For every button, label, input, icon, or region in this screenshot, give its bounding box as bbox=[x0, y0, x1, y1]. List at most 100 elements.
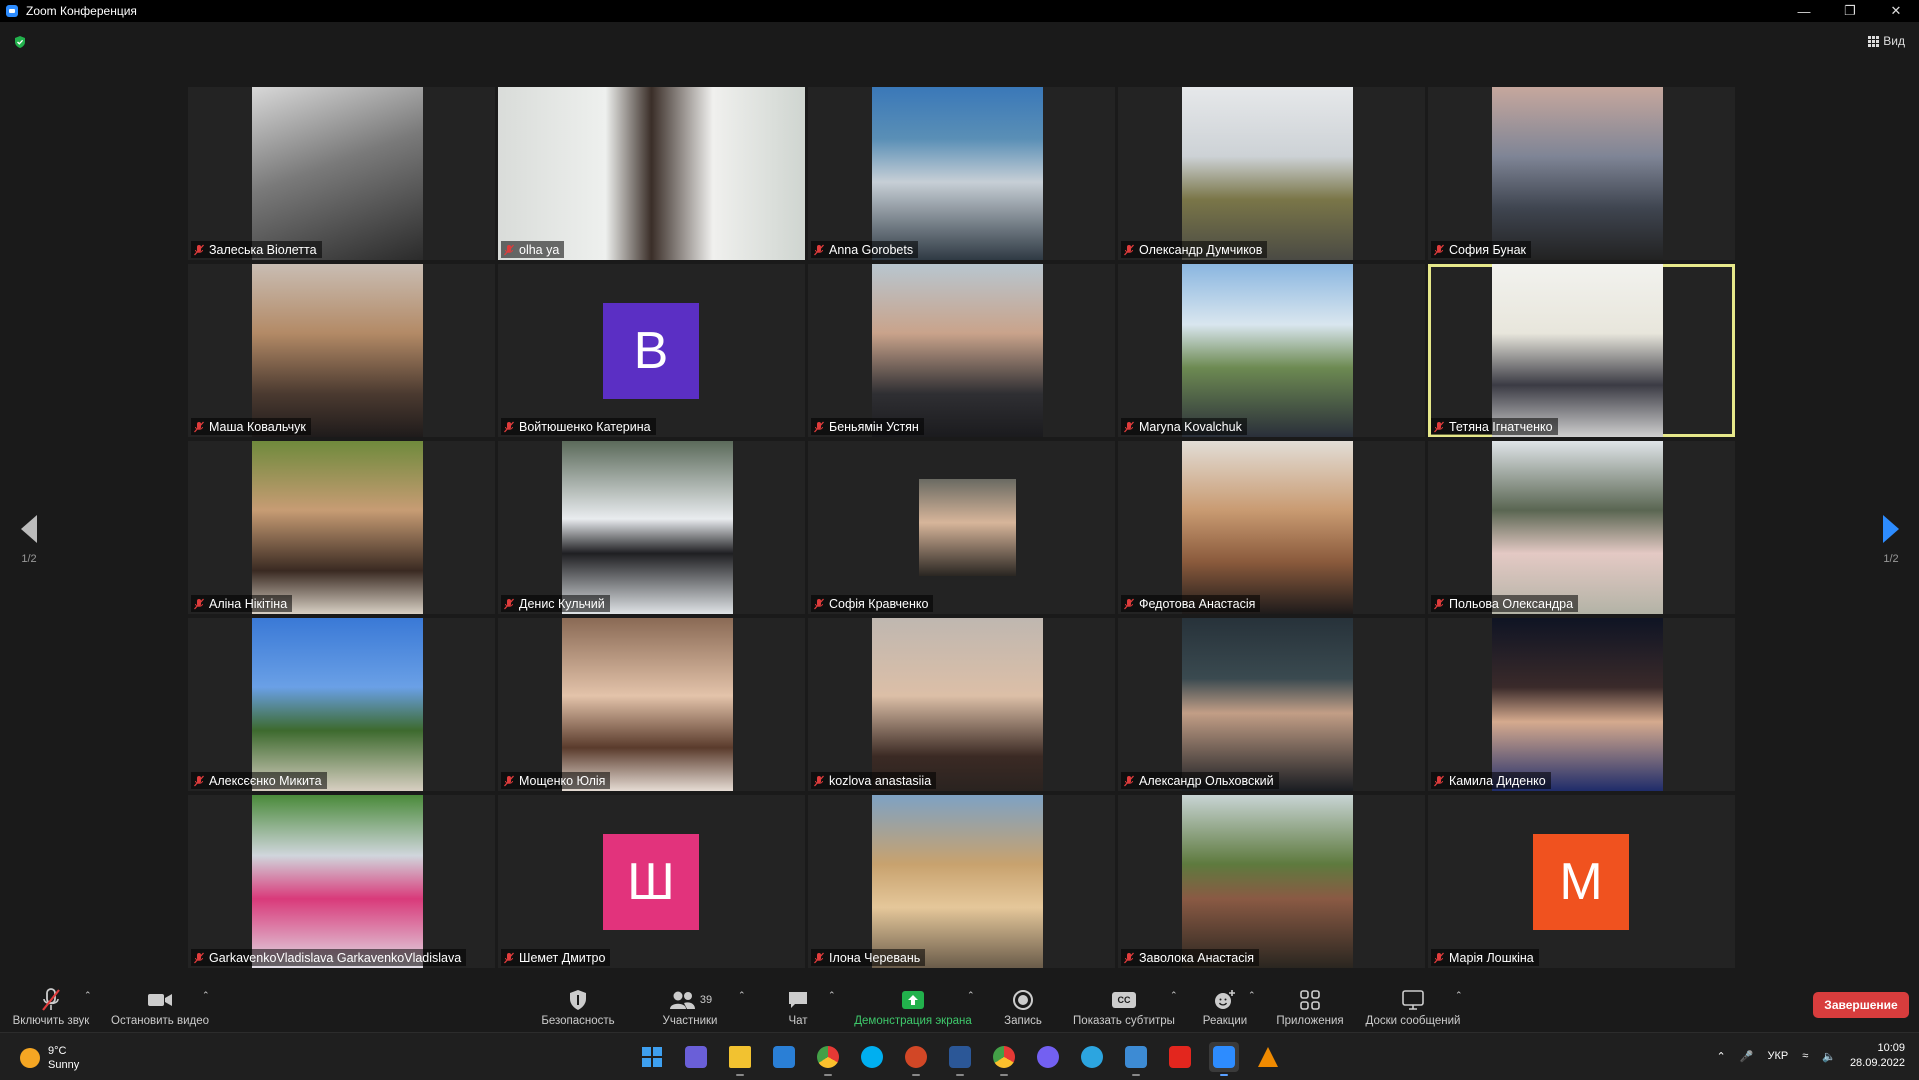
input-language[interactable]: УКР bbox=[1767, 1050, 1788, 1062]
share-options-caret[interactable]: ⌃ bbox=[967, 990, 975, 1001]
participant-tile[interactable]: Александр Ольховский bbox=[1118, 618, 1425, 791]
tray-overflow-chevron-icon[interactable]: ⌃ bbox=[1717, 1050, 1726, 1063]
participant-tile[interactable]: Софія Кравченко bbox=[808, 441, 1115, 614]
window-titlebar: Zoom Конференция — ❐ ✕ bbox=[0, 0, 1919, 22]
mic-muted-icon bbox=[1434, 952, 1444, 963]
participant-tile[interactable]: Заволока Анастасія bbox=[1118, 795, 1425, 968]
whiteboards-options-caret[interactable]: ⌃ bbox=[1455, 990, 1463, 1001]
participant-tile[interactable]: В Войтюшенко Катерина bbox=[498, 264, 805, 437]
participant-tile[interactable]: Олександр Думчиков bbox=[1118, 87, 1425, 260]
taskbar-chrome[interactable] bbox=[813, 1042, 843, 1076]
volume-icon[interactable]: 🔈 bbox=[1822, 1050, 1836, 1063]
next-page-button[interactable]: 1/2 bbox=[1876, 515, 1906, 565]
taskbar-teams-chat[interactable] bbox=[681, 1042, 711, 1072]
taskbar-skype[interactable] bbox=[857, 1042, 887, 1072]
participant-tile[interactable]: Ілона Черевань bbox=[808, 795, 1115, 968]
participant-tile[interactable]: Денис Кульчий bbox=[498, 441, 805, 614]
taskbar-powerpoint[interactable] bbox=[901, 1042, 931, 1076]
whiteboards-label: Доски сообщений bbox=[1365, 1015, 1461, 1027]
wifi-icon[interactable]: ≈ bbox=[1802, 1050, 1808, 1062]
participant-name: kozlova anastasiia bbox=[829, 773, 932, 788]
taskbar-telegram[interactable] bbox=[1077, 1042, 1107, 1072]
captions-options-caret[interactable]: ⌃ bbox=[1170, 990, 1178, 1001]
participants-options-caret[interactable]: ⌃ bbox=[738, 990, 746, 1001]
participant-tile[interactable]: Тетяна Ігнатченко bbox=[1428, 264, 1735, 437]
participant-tile[interactable]: Мощенко Юлія bbox=[498, 618, 805, 791]
weather-condition: Sunny bbox=[48, 1059, 80, 1071]
end-meeting-button[interactable]: Завершение bbox=[1813, 992, 1909, 1018]
apps-button[interactable]: Приложения bbox=[1270, 970, 1350, 1032]
participant-tile[interactable]: olha ya bbox=[498, 87, 805, 260]
participant-tile[interactable]: Маша Ковальчук bbox=[188, 264, 495, 437]
taskbar-zoom[interactable] bbox=[1209, 1042, 1239, 1076]
chat-options-caret[interactable]: ⌃ bbox=[828, 990, 836, 1001]
weather-widget[interactable]: 9°C Sunny bbox=[20, 1044, 79, 1072]
mic-muted-icon bbox=[814, 421, 824, 432]
participant-video bbox=[562, 618, 733, 791]
taskbar-viber[interactable] bbox=[1033, 1042, 1063, 1072]
view-button-label: Вид bbox=[1883, 34, 1905, 48]
participant-tile[interactable]: Maryna Kovalchuk bbox=[1118, 264, 1425, 437]
participant-tile[interactable]: София Бунак bbox=[1428, 87, 1735, 260]
participants-button[interactable]: 39 Участники bbox=[650, 970, 730, 1032]
participant-video bbox=[1182, 87, 1353, 260]
unmute-button[interactable]: Включить звук bbox=[8, 970, 94, 1032]
stop-video-button[interactable]: Остановить видео bbox=[108, 970, 212, 1032]
participant-name-tag: Мощенко Юлія bbox=[501, 772, 611, 789]
participant-tile[interactable]: Алексєєнко Микита bbox=[188, 618, 495, 791]
participant-tile[interactable]: Федотова Анастасія bbox=[1118, 441, 1425, 614]
apps-icon bbox=[1299, 986, 1321, 1014]
participant-video bbox=[1492, 87, 1663, 260]
taskbar-store[interactable] bbox=[769, 1042, 799, 1072]
encryption-shield-icon[interactable] bbox=[13, 35, 27, 49]
taskbar-chrome-2[interactable] bbox=[989, 1042, 1019, 1076]
participant-name: Марія Лошкіна bbox=[1449, 950, 1534, 965]
reactions-button[interactable]: Реакции bbox=[1195, 970, 1255, 1032]
mic-muted-icon bbox=[194, 775, 204, 786]
participant-name: Алексєєнко Микита bbox=[209, 773, 322, 788]
participant-tile[interactable]: М Марія Лошкіна bbox=[1428, 795, 1735, 968]
taskbar-vlc[interactable] bbox=[1253, 1042, 1283, 1072]
microphone-tray-icon[interactable]: 🎤 bbox=[1740, 1050, 1754, 1063]
participant-tile[interactable]: Залеська Віолетта bbox=[188, 87, 495, 260]
view-button[interactable]: Вид bbox=[1868, 34, 1905, 48]
taskbar-acrobat[interactable] bbox=[1165, 1042, 1195, 1072]
clock[interactable]: 10:09 28.09.2022 bbox=[1850, 1041, 1905, 1071]
participant-tile[interactable]: Камила Диденко bbox=[1428, 618, 1735, 791]
participant-tile[interactable]: Anna Gorobets bbox=[808, 87, 1115, 260]
participant-tile[interactable]: kozlova anastasiia bbox=[808, 618, 1115, 791]
participant-tile[interactable]: Ш Шемет Дмитро bbox=[498, 795, 805, 968]
closed-captions-icon: CC bbox=[1112, 986, 1136, 1014]
chat-bubble-icon bbox=[787, 986, 809, 1014]
participant-name: Шемет Дмитро bbox=[519, 950, 606, 965]
chat-button[interactable]: Чат bbox=[770, 970, 826, 1032]
previous-page-button[interactable]: 1/2 bbox=[14, 515, 44, 565]
zoom-app-icon bbox=[6, 5, 18, 17]
taskbar-notepad[interactable] bbox=[1121, 1042, 1151, 1076]
participant-name-tag: София Бунак bbox=[1431, 241, 1531, 258]
participant-tile[interactable]: Польова Олександра bbox=[1428, 441, 1735, 614]
security-button[interactable]: Безопасность bbox=[538, 970, 618, 1032]
taskbar-file-explorer[interactable] bbox=[725, 1042, 755, 1076]
share-screen-button[interactable]: Демонстрация экрана bbox=[850, 970, 976, 1032]
participant-name-tag: Польова Олександра bbox=[1431, 595, 1579, 612]
restore-button[interactable]: ❐ bbox=[1827, 0, 1873, 22]
reactions-options-caret[interactable]: ⌃ bbox=[1248, 990, 1256, 1001]
mic-muted-icon bbox=[1124, 775, 1134, 786]
whiteboards-button[interactable]: Доски сообщений bbox=[1358, 970, 1468, 1032]
mic-muted-icon bbox=[1124, 244, 1134, 255]
participant-tile[interactable]: Аліна Нікітіна bbox=[188, 441, 495, 614]
video-options-caret[interactable]: ⌃ bbox=[202, 990, 210, 1001]
record-button[interactable]: Запись bbox=[995, 970, 1051, 1032]
mic-muted-icon bbox=[814, 598, 824, 609]
show-captions-button[interactable]: CC Показать субтитры bbox=[1068, 970, 1180, 1032]
taskbar-word[interactable] bbox=[945, 1042, 975, 1076]
participant-tile[interactable]: Беньямін Устян bbox=[808, 264, 1115, 437]
participant-name: Anna Gorobets bbox=[829, 242, 914, 257]
audio-options-caret[interactable]: ⌃ bbox=[84, 990, 92, 1001]
participant-tile[interactable]: GarkavenkoVladislava GarkavenkoVladislav… bbox=[188, 795, 495, 968]
participant-name: Тетяна Ігнатченко bbox=[1449, 419, 1553, 434]
close-button[interactable]: ✕ bbox=[1873, 0, 1919, 22]
start-button[interactable] bbox=[637, 1042, 667, 1072]
minimize-button[interactable]: — bbox=[1781, 0, 1827, 22]
